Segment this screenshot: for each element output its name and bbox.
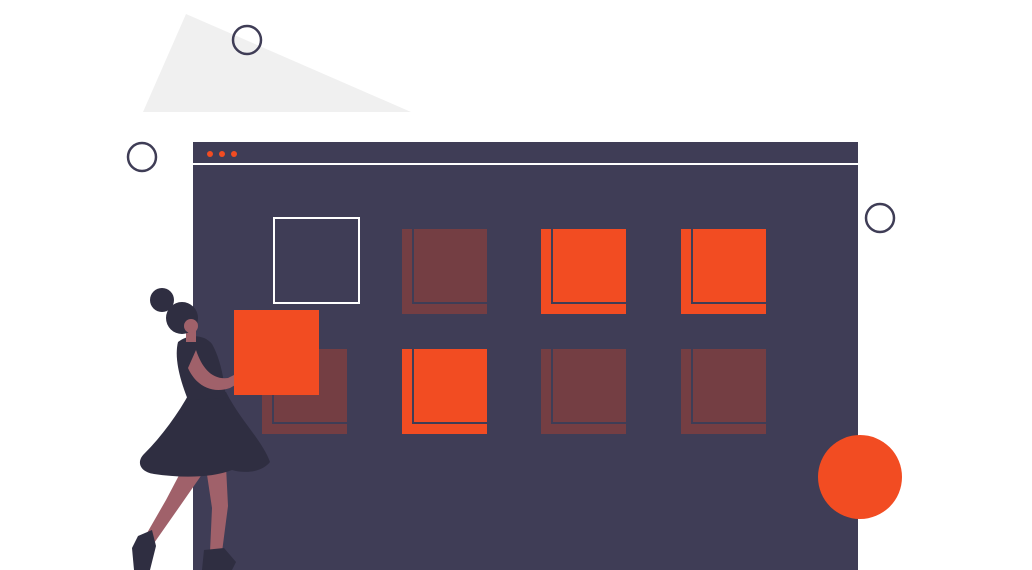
held-tile xyxy=(234,310,319,395)
person-shoe-back xyxy=(132,530,156,570)
ring-left xyxy=(126,141,158,173)
person-face xyxy=(184,319,198,333)
window-dot-3 xyxy=(231,151,237,157)
accent-circle xyxy=(818,435,902,519)
tile-filled-2 xyxy=(681,229,766,314)
tile-muted-3 xyxy=(541,349,626,434)
window-dot-1 xyxy=(207,151,213,157)
person-hair-bun xyxy=(150,288,174,312)
tile-filled-3 xyxy=(402,349,487,434)
tile-muted-1 xyxy=(402,229,487,314)
tile-filled-1 xyxy=(541,229,626,314)
window-dot-2 xyxy=(219,151,225,157)
ring-right xyxy=(864,202,896,234)
background-triangle xyxy=(143,14,411,112)
titlebar-divider xyxy=(193,163,858,165)
illustration xyxy=(126,14,902,570)
tile-muted-4 xyxy=(681,349,766,434)
